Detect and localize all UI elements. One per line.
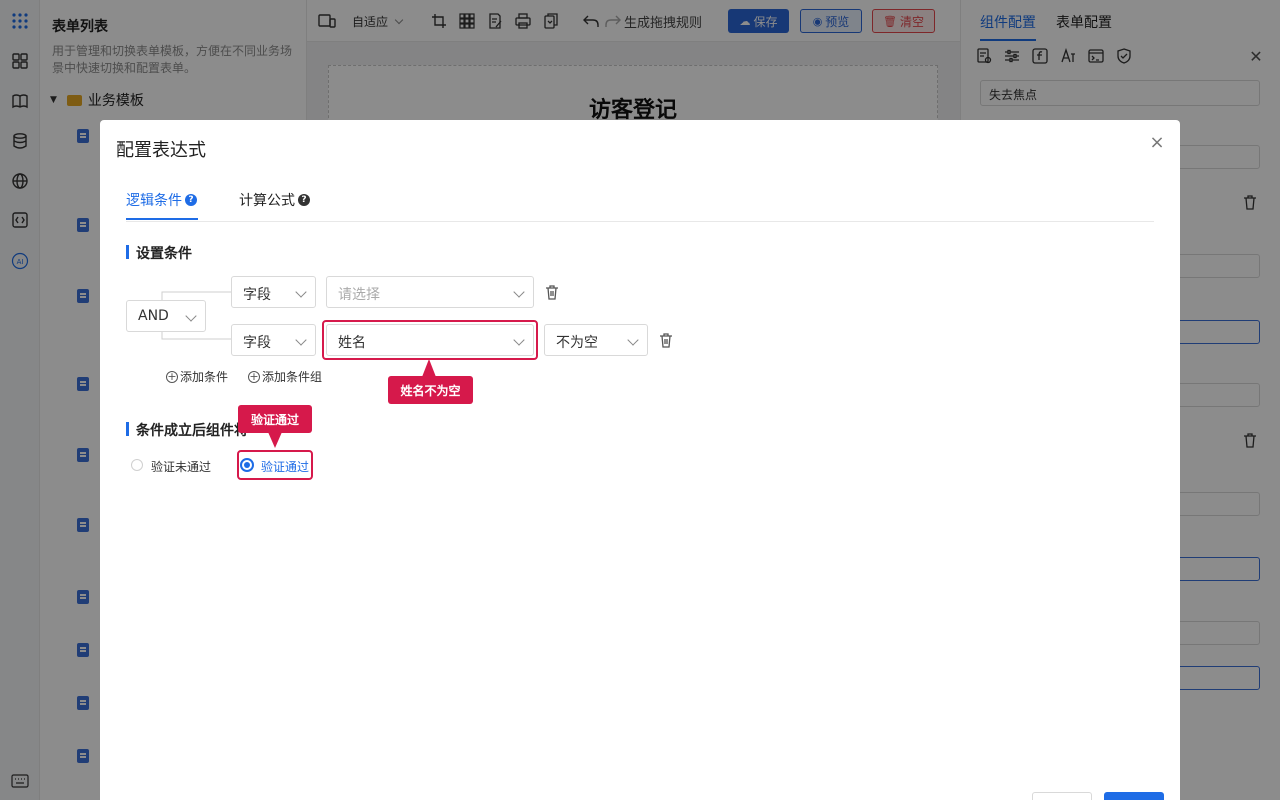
delete-condition-icon[interactable] bbox=[659, 333, 673, 348]
tab-logic-condition[interactable]: 逻辑条件 ? bbox=[126, 190, 197, 210]
logic-operator-value: AND bbox=[138, 308, 169, 324]
plus-circle-icon: + bbox=[166, 369, 178, 383]
radio-dot bbox=[244, 462, 250, 468]
condition-type-select[interactable]: 字段 bbox=[231, 324, 316, 356]
field-select[interactable]: 请选择 bbox=[326, 276, 534, 308]
chevron-down-icon bbox=[295, 286, 307, 298]
section-result: 条件成立后组件将 bbox=[126, 420, 248, 440]
operator-select[interactable]: 不为空 bbox=[544, 324, 648, 356]
logic-operator-select[interactable]: AND bbox=[126, 300, 206, 332]
chevron-down-icon bbox=[513, 286, 525, 298]
help-icon[interactable]: ? bbox=[185, 194, 197, 206]
add-group-label: 添加条件组 bbox=[262, 370, 323, 384]
callout-pointer bbox=[422, 359, 436, 377]
field-select[interactable]: 姓名 bbox=[326, 324, 534, 356]
radio-passed[interactable] bbox=[240, 458, 254, 472]
add-condition-button[interactable]: + 添加条件 bbox=[166, 368, 228, 385]
chevron-down-icon bbox=[627, 334, 639, 346]
chevron-down-icon bbox=[295, 334, 307, 346]
condition-type-value: 字段 bbox=[243, 335, 271, 351]
field-select-value: 姓名 bbox=[338, 335, 366, 351]
radio-not-passed-label[interactable]: 验证未通过 bbox=[151, 458, 211, 475]
add-condition-label: 添加条件 bbox=[180, 370, 229, 384]
tab-active-underline bbox=[126, 218, 198, 220]
radio-passed-label[interactable]: 验证通过 bbox=[261, 458, 309, 475]
tab-formula[interactable]: 计算公式 ? bbox=[239, 190, 310, 210]
radio-callout: 验证通过 bbox=[238, 405, 312, 433]
field-select-placeholder: 请选择 bbox=[338, 287, 380, 303]
chevron-down-icon bbox=[513, 334, 525, 346]
condition-type-value: 字段 bbox=[243, 287, 271, 303]
callout-pointer bbox=[268, 432, 282, 448]
radio-not-passed[interactable] bbox=[131, 459, 143, 471]
field-callout: 姓名不为空 bbox=[388, 376, 473, 404]
tab-logic-label: 逻辑条件 bbox=[126, 193, 182, 209]
section-set-conditions: 设置条件 bbox=[126, 243, 192, 263]
tab-formula-label: 计算公式 bbox=[239, 193, 295, 209]
condition-type-select[interactable]: 字段 bbox=[231, 276, 316, 308]
chevron-down-icon bbox=[185, 310, 197, 322]
tab-divider bbox=[126, 221, 1154, 222]
add-condition-group-button[interactable]: + 添加条件组 bbox=[248, 368, 322, 385]
plus-circle-icon: + bbox=[248, 369, 260, 383]
operator-select-value: 不为空 bbox=[556, 335, 598, 351]
delete-condition-icon[interactable] bbox=[545, 285, 559, 300]
cancel-button[interactable] bbox=[1032, 792, 1092, 800]
close-icon[interactable]: × bbox=[1148, 134, 1166, 152]
help-icon[interactable]: ? bbox=[298, 194, 310, 206]
confirm-button[interactable] bbox=[1104, 792, 1164, 800]
dialog-title: 配置表达式 bbox=[116, 140, 206, 161]
